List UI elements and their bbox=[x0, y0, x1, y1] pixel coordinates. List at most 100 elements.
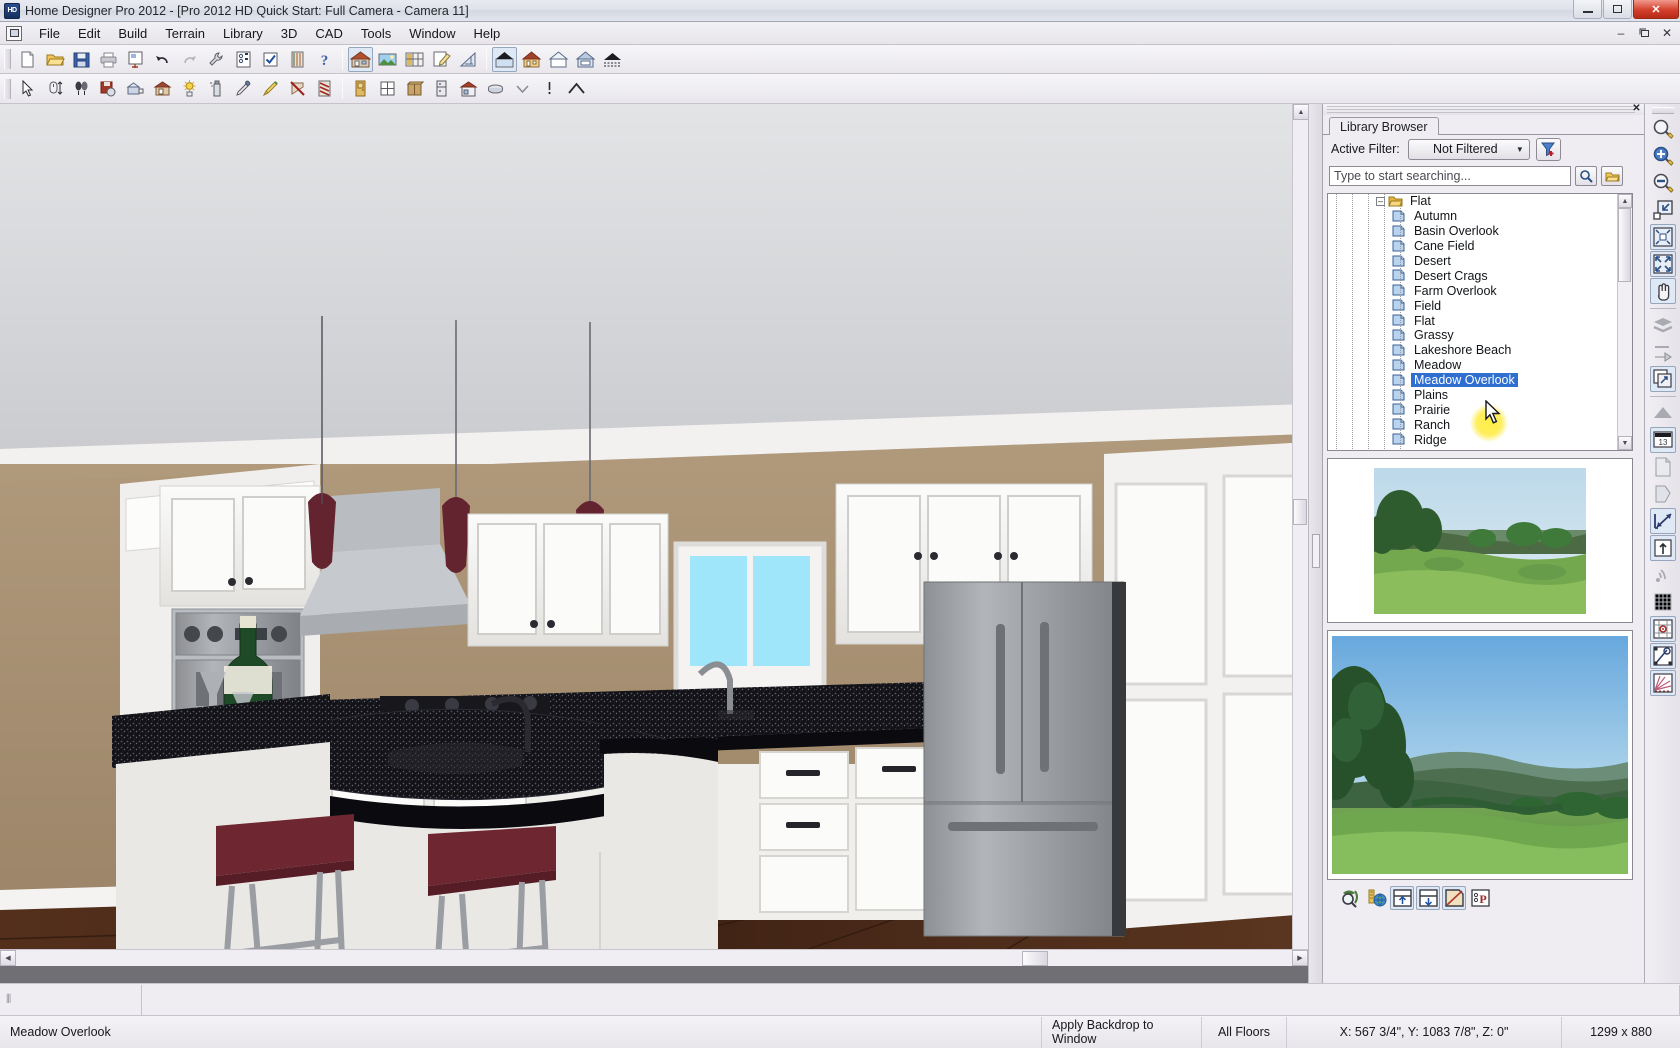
tree-row-basin-overlook[interactable]: Basin Overlook bbox=[1328, 224, 1618, 239]
backdrop-icon[interactable] bbox=[375, 47, 400, 72]
tree-row-folder-flat[interactable]: – Flat bbox=[1328, 194, 1618, 209]
cabinet-icon[interactable] bbox=[402, 76, 427, 101]
3d-viewport[interactable]: ▲ ▼ ◀ ▶ bbox=[0, 104, 1308, 966]
tree-row-ranch[interactable]: Ranch bbox=[1328, 417, 1618, 432]
door-icon[interactable] bbox=[348, 76, 373, 101]
roof-gray-icon[interactable] bbox=[1650, 400, 1676, 426]
status-cell-wide[interactable] bbox=[142, 985, 1680, 1015]
help-icon[interactable]: ? bbox=[312, 47, 337, 72]
select-arrow-icon[interactable] bbox=[15, 76, 40, 101]
angle-snap-icon[interactable] bbox=[1650, 643, 1676, 669]
tree-row-desert[interactable]: Desert bbox=[1328, 254, 1618, 269]
wall-elevation-icon[interactable]: 13 bbox=[1650, 427, 1676, 453]
tree-row-cane-field[interactable]: Cane Field bbox=[1328, 239, 1618, 254]
scroll-up-arrow[interactable]: ▲ bbox=[1293, 104, 1308, 120]
toolbar-grip[interactable] bbox=[4, 49, 11, 69]
scroll-thumb-vertical[interactable] bbox=[1293, 499, 1307, 525]
scroll-left-arrow[interactable]: ◀ bbox=[0, 950, 16, 966]
tree-row-field[interactable]: Field bbox=[1328, 298, 1618, 313]
layers-icon[interactable] bbox=[1650, 312, 1676, 338]
material-painter-icon[interactable] bbox=[285, 47, 310, 72]
splitter-grip[interactable] bbox=[1312, 534, 1320, 568]
save-icon[interactable] bbox=[69, 47, 94, 72]
signal-icon[interactable] bbox=[1650, 562, 1676, 588]
page-curl-icon[interactable] bbox=[1650, 454, 1676, 480]
menu-edit[interactable]: Edit bbox=[69, 24, 109, 43]
tree-row-meadow-overlook[interactable]: Meadow Overlook bbox=[1328, 373, 1618, 388]
window-view-icon[interactable] bbox=[402, 47, 427, 72]
object-snap-icon[interactable] bbox=[1650, 670, 1676, 696]
insert-arrow-icon[interactable] bbox=[1650, 535, 1676, 561]
library-globe-icon[interactable] bbox=[1364, 886, 1388, 910]
tree-row-desert-crags[interactable]: Desert Crags bbox=[1328, 268, 1618, 283]
window-icon[interactable] bbox=[375, 76, 400, 101]
close-button[interactable]: ✕ bbox=[1633, 0, 1679, 19]
zoom-window-icon[interactable] bbox=[1650, 116, 1676, 142]
menu-3d[interactable]: 3D bbox=[272, 24, 307, 43]
sun-angle-icon[interactable] bbox=[177, 76, 202, 101]
restore-button[interactable] bbox=[1603, 0, 1632, 19]
new-plan-icon[interactable] bbox=[15, 47, 40, 72]
cad-detail-icon[interactable] bbox=[456, 47, 481, 72]
mdi-minimize-button[interactable]: – bbox=[1610, 24, 1632, 42]
viewport-vertical-scrollbar[interactable]: ▲ ▼ bbox=[1292, 104, 1308, 966]
tree-row-plains[interactable]: Plains bbox=[1328, 388, 1618, 403]
tree-row-lakeshore-beach[interactable]: Lakeshore Beach bbox=[1328, 343, 1618, 358]
tree-row-meadow[interactable]: Meadow bbox=[1328, 358, 1618, 373]
tab-library-browser[interactable]: Library Browser bbox=[1329, 117, 1439, 137]
save-camera-icon[interactable] bbox=[96, 76, 121, 101]
mdi-close-button[interactable]: ✕ bbox=[1656, 24, 1678, 42]
house-3d-icon[interactable] bbox=[348, 47, 373, 72]
plan-defaults-icon[interactable] bbox=[231, 47, 256, 72]
zoom-extents-icon[interactable] bbox=[1650, 251, 1676, 277]
tree-scroll-thumb[interactable] bbox=[1618, 208, 1631, 282]
undo-icon[interactable] bbox=[150, 47, 175, 72]
pencil-icon[interactable] bbox=[258, 76, 283, 101]
scroll-right-arrow[interactable]: ▶ bbox=[1292, 950, 1308, 966]
scroll-thumb-horizontal[interactable] bbox=[1022, 951, 1048, 966]
right-toolbar-grip[interactable] bbox=[1652, 107, 1674, 114]
open-plan-icon[interactable] bbox=[42, 47, 67, 72]
tree-row-grassy[interactable]: Grassy bbox=[1328, 328, 1618, 343]
filter-funnel-add-icon[interactable] bbox=[1536, 138, 1561, 161]
tree-row-farm-overlook[interactable]: Farm Overlook bbox=[1328, 283, 1618, 298]
roof-solid-icon[interactable] bbox=[492, 47, 517, 72]
spray-icon[interactable] bbox=[204, 76, 229, 101]
print-preview-icon[interactable] bbox=[123, 47, 148, 72]
tree-scroll-up-arrow[interactable]: ▲ bbox=[1618, 194, 1632, 208]
fill-window-icon[interactable] bbox=[1650, 197, 1676, 223]
preferences-icon[interactable] bbox=[204, 47, 229, 72]
collapse-toggle-icon[interactable]: – bbox=[1376, 197, 1385, 206]
panel-bottom-icon[interactable] bbox=[1416, 886, 1440, 910]
house-outline-icon[interactable] bbox=[546, 47, 571, 72]
grid-icon[interactable] bbox=[1650, 589, 1676, 615]
search-input[interactable]: Type to start searching... bbox=[1329, 166, 1571, 186]
search-icon[interactable] bbox=[1575, 166, 1597, 186]
tree-row-ridge[interactable]: Ridge bbox=[1328, 432, 1618, 447]
menu-tools[interactable]: Tools bbox=[352, 24, 400, 43]
ribbon-icon[interactable] bbox=[312, 76, 337, 101]
tree-row-flat-item[interactable]: Flat bbox=[1328, 313, 1618, 328]
zoom-in-icon[interactable] bbox=[1650, 143, 1676, 169]
library-tree[interactable]: – Flat Autumn bbox=[1327, 193, 1633, 451]
reference-display-icon[interactable] bbox=[1650, 339, 1676, 365]
toolbar-grip-2[interactable] bbox=[4, 79, 11, 99]
house-camera-icon[interactable] bbox=[150, 76, 175, 101]
check-icon[interactable] bbox=[258, 47, 283, 72]
menu-cad[interactable]: CAD bbox=[306, 24, 351, 43]
open-folder-icon[interactable] bbox=[1601, 166, 1623, 186]
exclamation-icon[interactable] bbox=[537, 76, 562, 101]
redo-icon[interactable] bbox=[177, 47, 202, 72]
edit-area-icon[interactable] bbox=[429, 47, 454, 72]
library-search-icon[interactable] bbox=[1338, 886, 1362, 910]
panel-top-icon[interactable] bbox=[1390, 886, 1414, 910]
menu-build[interactable]: Build bbox=[109, 24, 156, 43]
cross-section-icon[interactable] bbox=[1650, 481, 1676, 507]
zoom-out-icon[interactable] bbox=[1650, 170, 1676, 196]
print-icon[interactable] bbox=[96, 47, 121, 72]
pan-hand-icon[interactable] bbox=[1650, 278, 1676, 304]
house-front-icon[interactable] bbox=[519, 47, 544, 72]
menu-help[interactable]: Help bbox=[464, 24, 509, 43]
swap-floor-icon[interactable] bbox=[1650, 366, 1676, 392]
tree-row-prairie[interactable]: Prairie bbox=[1328, 402, 1618, 417]
